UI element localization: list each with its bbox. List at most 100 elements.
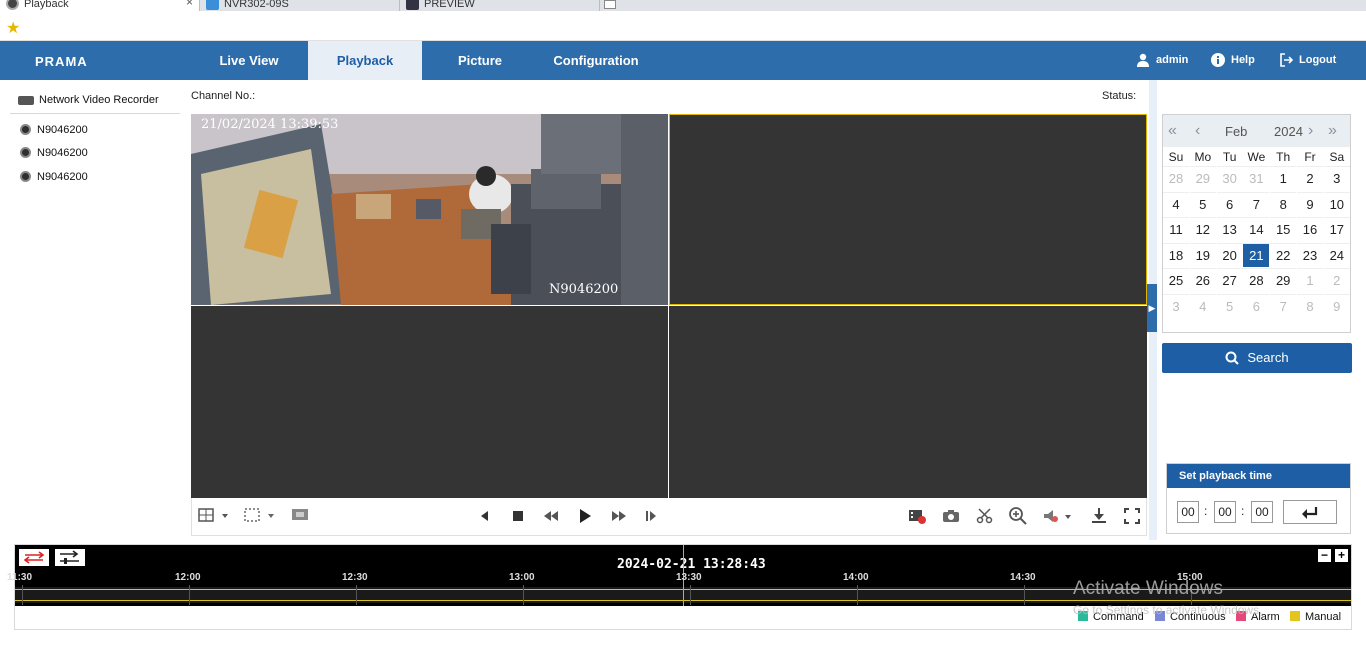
play-button[interactable]	[577, 506, 593, 526]
calendar-day[interactable]: 5	[1216, 294, 1243, 318]
audio-button[interactable]	[1042, 506, 1072, 526]
tab-configuration[interactable]: Configuration	[538, 41, 654, 80]
calendar-day[interactable]: 6	[1243, 294, 1270, 318]
calendar-day[interactable]: 6	[1216, 191, 1243, 216]
stop-all-playback-button[interactable]	[907, 506, 927, 526]
calendar-day[interactable]: 12	[1189, 217, 1216, 241]
timeline-tick	[1024, 585, 1025, 605]
tab-playback[interactable]: Playback	[308, 41, 422, 80]
channel-number-label: Channel No.:	[191, 90, 256, 102]
calendar-day[interactable]: 9	[1297, 191, 1323, 216]
search-button[interactable]: Search	[1162, 343, 1352, 373]
calendar-day[interactable]: 5	[1189, 191, 1216, 216]
tree-camera-item[interactable]: N9046200	[20, 171, 88, 183]
calendar-day[interactable]: 10	[1323, 191, 1350, 216]
play-icon	[580, 509, 591, 523]
timeline-sync-button[interactable]	[19, 549, 49, 566]
calendar-day[interactable]: 19	[1189, 242, 1216, 267]
calendar-day[interactable]: 13	[1216, 217, 1243, 241]
calendar-day[interactable]: 1	[1297, 268, 1323, 292]
calendar-day[interactable]: 3	[1163, 294, 1189, 318]
calendar-day[interactable]: 4	[1163, 191, 1189, 216]
calendar-day[interactable]: 24	[1323, 242, 1350, 267]
calendar-day[interactable]: 29	[1189, 166, 1216, 190]
browser-tab-preview[interactable]: PREVIEW	[400, 0, 600, 11]
video-window-2[interactable]	[669, 114, 1147, 305]
close-icon[interactable]: ×	[186, 0, 193, 8]
previous-frame-button[interactable]	[477, 506, 493, 526]
clip-button[interactable]	[975, 506, 995, 526]
calendar-day[interactable]: 14	[1243, 217, 1270, 241]
calendar-day[interactable]: 17	[1323, 217, 1350, 241]
calendar-day[interactable]: 30	[1216, 166, 1243, 190]
calendar-day[interactable]: 23	[1297, 242, 1323, 267]
capture-button[interactable]	[941, 506, 961, 526]
calendar-day[interactable]: 15	[1270, 217, 1297, 241]
calendar-day[interactable]: 28	[1243, 268, 1270, 292]
calendar-day[interactable]: 21	[1243, 242, 1270, 267]
calendar-day[interactable]: 9	[1323, 294, 1350, 318]
split-screen-button[interactable]	[243, 506, 277, 526]
calendar-day[interactable]: 2	[1323, 268, 1350, 292]
calendar-day[interactable]: 28	[1163, 166, 1189, 190]
fast-forward-button[interactable]	[609, 506, 629, 526]
timeline-current-time: 2024-02-21 13:28:43	[617, 557, 766, 572]
download-button[interactable]	[1089, 506, 1109, 526]
tab-live-view[interactable]: Live View	[191, 41, 307, 80]
browser-tab-nvr[interactable]: NVR302-09S	[200, 0, 400, 11]
new-tab-button[interactable]	[604, 0, 616, 9]
video-window-4[interactable]	[669, 306, 1147, 498]
digital-zoom-button[interactable]	[1008, 506, 1028, 526]
zoom-in-button[interactable]: +	[1335, 549, 1348, 562]
collapse-panel-button[interactable]: ▶	[1147, 284, 1157, 332]
calendar-day[interactable]: 8	[1270, 191, 1297, 216]
user-name: admin	[1156, 54, 1189, 66]
browser-tab-playback[interactable]: Playback ×	[0, 0, 200, 11]
prev-year-icon[interactable]: «	[1168, 122, 1177, 140]
calendar-day[interactable]: 4	[1189, 294, 1216, 318]
favorites-star-icon[interactable]: ★	[6, 18, 20, 38]
calendar-day[interactable]: 26	[1189, 268, 1216, 292]
calendar-day[interactable]: 27	[1216, 268, 1243, 292]
tree-camera-item[interactable]: N9046200	[20, 124, 88, 136]
tree-camera-item[interactable]: N9046200	[20, 147, 88, 159]
second-input[interactable]: 00	[1251, 501, 1273, 523]
single-frame-button[interactable]	[643, 506, 659, 526]
digital-zoom-window-button[interactable]	[290, 506, 310, 526]
network-icon	[206, 0, 219, 10]
stop-button[interactable]	[510, 506, 526, 526]
go-to-time-button[interactable]	[1283, 500, 1337, 524]
calendar-day[interactable]: 22	[1270, 242, 1297, 267]
logout-button[interactable]: Logout	[1279, 41, 1336, 80]
next-month-icon[interactable]: ›	[1308, 122, 1313, 140]
calendar-day[interactable]: 3	[1323, 166, 1350, 190]
hour-input[interactable]: 00	[1177, 501, 1199, 523]
minute-input[interactable]: 00	[1214, 501, 1236, 523]
calendar-day[interactable]: 16	[1297, 217, 1323, 241]
calendar-day[interactable]: 25	[1163, 268, 1189, 292]
calendar-day[interactable]: 11	[1163, 217, 1189, 241]
help-button[interactable]: Help	[1211, 41, 1255, 80]
calendar-day[interactable]: 7	[1243, 191, 1270, 216]
timeline-settings-button[interactable]	[55, 549, 85, 566]
calendar-day[interactable]: 18	[1163, 242, 1189, 267]
calendar-header: « ‹ Feb 2024 › »	[1163, 115, 1350, 147]
slow-forward-button[interactable]	[541, 506, 561, 526]
calendar-day[interactable]: 31	[1243, 166, 1270, 190]
calendar-day[interactable]: 2	[1297, 166, 1323, 190]
user-menu[interactable]: admin	[1136, 41, 1188, 80]
video-window-3[interactable]	[191, 306, 668, 498]
prev-month-icon[interactable]: ‹	[1195, 122, 1200, 140]
calendar-day[interactable]: 29	[1270, 268, 1297, 292]
fullscreen-button[interactable]	[1123, 506, 1141, 526]
calendar-day[interactable]: 20	[1216, 242, 1243, 267]
tree-root-nvr[interactable]: Network Video Recorder	[18, 94, 159, 106]
tab-picture[interactable]: Picture	[422, 41, 538, 80]
next-year-icon[interactable]: »	[1328, 122, 1337, 140]
calendar-day[interactable]: 1	[1270, 166, 1297, 190]
window-layout-button[interactable]	[198, 506, 230, 526]
zoom-out-button[interactable]: −	[1318, 549, 1331, 562]
calendar-day[interactable]: 7	[1270, 294, 1297, 318]
calendar-day[interactable]: 8	[1297, 294, 1323, 318]
video-window-1[interactable]: 21/02/2024 13:39:53 N9046200	[191, 114, 668, 305]
